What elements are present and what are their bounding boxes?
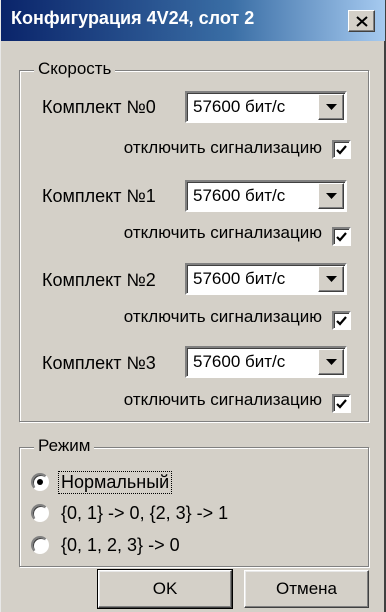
kit-1-disable-alarm-label: отключить сигнализацию	[123, 223, 322, 242]
mode-pairs-radio[interactable]	[31, 504, 49, 522]
chevron-down-icon	[325, 359, 337, 365]
chevron-down-icon	[325, 276, 337, 282]
kit-2-speed-value: 57600 бит/с	[193, 269, 286, 288]
kit-0-speed-value: 57600 бит/с	[193, 97, 286, 116]
checkmark-icon	[336, 315, 347, 326]
checkmark-icon	[336, 144, 347, 155]
mode-all-radio[interactable]	[31, 536, 49, 554]
kit-1-speed-value: 57600 бит/с	[193, 186, 286, 205]
kit-2-disable-alarm-checkbox[interactable]	[332, 311, 351, 330]
checkmark-icon	[336, 231, 347, 242]
kit-0-dropdown-button[interactable]	[318, 94, 344, 120]
mode-all-label: {0, 1, 2, 3} -> 0	[61, 534, 180, 555]
chevron-down-icon	[325, 104, 337, 110]
speed-group-legend: Скорость	[34, 59, 116, 79]
close-button[interactable]	[348, 10, 375, 32]
mode-option-normal[interactable]: Нормальный	[31, 469, 173, 495]
radio-selected-dot	[37, 479, 43, 485]
kit-1-dropdown-button[interactable]	[318, 183, 344, 209]
kit-0-disable-alarm-checkbox[interactable]	[332, 140, 351, 159]
kit-1-speed-select[interactable]: 57600 бит/с	[185, 180, 347, 212]
kit-0-speed-select[interactable]: 57600 бит/с	[185, 91, 347, 123]
kit-0-disable-alarm-label: отключить сигнализацию	[123, 138, 322, 157]
close-icon	[355, 15, 368, 27]
kit-3-disable-alarm-checkbox[interactable]	[332, 394, 351, 413]
title-bar[interactable]: Конфигурация 4V24, слот 2	[1, 0, 385, 41]
mode-group-legend: Режим	[34, 436, 95, 456]
kit-2-label: Комплект №2	[42, 270, 156, 290]
dialog-window: Конфигурация 4V24, слот 2 Скорость Компл…	[0, 0, 386, 612]
kit-3-label: Комплект №3	[42, 353, 156, 373]
ok-button[interactable]: OK	[97, 569, 233, 609]
cancel-button[interactable]: Отмена	[244, 570, 369, 608]
chevron-down-icon	[325, 193, 337, 199]
checkmark-icon	[336, 398, 347, 409]
kit-2-dropdown-button[interactable]	[318, 266, 344, 292]
mode-normal-radio[interactable]	[31, 473, 49, 491]
kit-3-speed-value: 57600 бит/с	[193, 352, 286, 371]
kit-1-label: Комплект №1	[42, 186, 156, 206]
mode-normal-label: Нормальный	[57, 470, 173, 494]
kit-0-label: Комплект №0	[42, 97, 156, 117]
kit-3-disable-alarm-label: отключить сигнализацию	[123, 390, 322, 409]
kit-2-disable-alarm-label: отключить сигнализацию	[123, 307, 322, 326]
kit-3-speed-select[interactable]: 57600 бит/с	[185, 346, 347, 378]
kit-1-disable-alarm-checkbox[interactable]	[332, 227, 351, 246]
kit-2-speed-select[interactable]: 57600 бит/с	[185, 263, 347, 295]
window-title: Конфигурация 4V24, слот 2	[11, 8, 255, 28]
mode-option-all[interactable]: {0, 1, 2, 3} -> 0	[31, 532, 182, 558]
mode-option-pairs[interactable]: {0, 1} -> 0, {2, 3} -> 1	[31, 500, 230, 526]
kit-3-dropdown-button[interactable]	[318, 349, 344, 375]
mode-pairs-label: {0, 1} -> 0, {2, 3} -> 1	[61, 502, 229, 523]
